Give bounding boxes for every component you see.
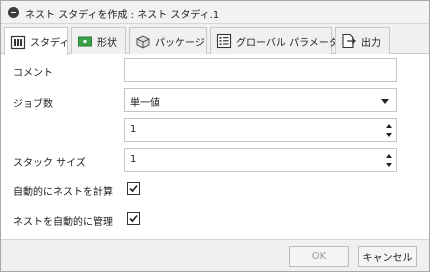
global-parameters-icon [216,33,232,49]
job-count-mode-select[interactable]: 単一値 [124,88,397,112]
stepper-up-icon[interactable] [386,124,392,128]
comment-input[interactable] [124,58,397,82]
study-icon [10,35,26,49]
tab-global-parameters[interactable]: グローバル パラメータ [210,27,339,54]
stack-size-value: 1 [130,154,137,165]
job-count-input[interactable]: 1 [124,118,397,142]
tab-package-label: パッケージ [155,37,205,49]
checkmark-icon [129,214,138,223]
cancel-button[interactable]: キャンセル [358,246,417,267]
auto-nest-checkbox[interactable] [127,182,140,195]
job-count-stepper[interactable] [383,119,396,141]
tab-study[interactable]: スタディ [4,27,70,55]
stepper-up-icon[interactable] [386,154,392,158]
tab-package[interactable]: パッケージ [129,27,207,54]
ok-button[interactable]: OK [289,246,349,267]
checkmark-icon [129,184,138,193]
stack-size-label: スタック サイズ [13,158,86,169]
tab-output[interactable]: 出力 [335,27,390,54]
job-count-label: ジョブ数 [13,99,53,110]
tab-study-label: スタディ [30,38,70,49]
tab-global-parameters-label: グローバル パラメータ [236,37,339,49]
tab-shape-label: 形状 [97,37,117,49]
output-icon [342,33,357,49]
package-icon [136,35,150,49]
auto-nest-label: 自動的にネストを計算 [13,187,113,198]
dialog-title: ネスト スタディを作成 : ネスト スタディ.1 [25,10,220,21]
stepper-down-icon[interactable] [386,163,392,167]
title-bar: ネスト スタディを作成 : ネスト スタディ.1 [1,1,429,24]
shape-icon [78,36,92,47]
job-count-value: 1 [130,124,137,135]
create-nest-study-dialog: ネスト スタディを作成 : ネスト スタディ.1 スタディ 形状 パッケージ グ… [0,0,430,272]
stepper-down-icon[interactable] [386,133,392,137]
stack-size-stepper[interactable] [383,149,396,171]
job-count-mode-value: 単一値 [130,98,160,109]
tab-output-label: 出力 [361,37,381,49]
collapse-icon[interactable] [8,7,19,18]
stack-size-input[interactable]: 1 [124,148,397,172]
dialog-footer: OK キャンセル [1,239,429,271]
tab-shape[interactable]: 形状 [71,27,126,54]
comment-label: コメント [13,68,53,79]
tab-bar: スタディ 形状 パッケージ グローバル パラメータ 出力 [1,24,429,55]
auto-manage-checkbox[interactable] [127,212,140,225]
chevron-down-icon [381,99,389,104]
auto-manage-label: ネストを自動的に管理 [13,217,113,228]
